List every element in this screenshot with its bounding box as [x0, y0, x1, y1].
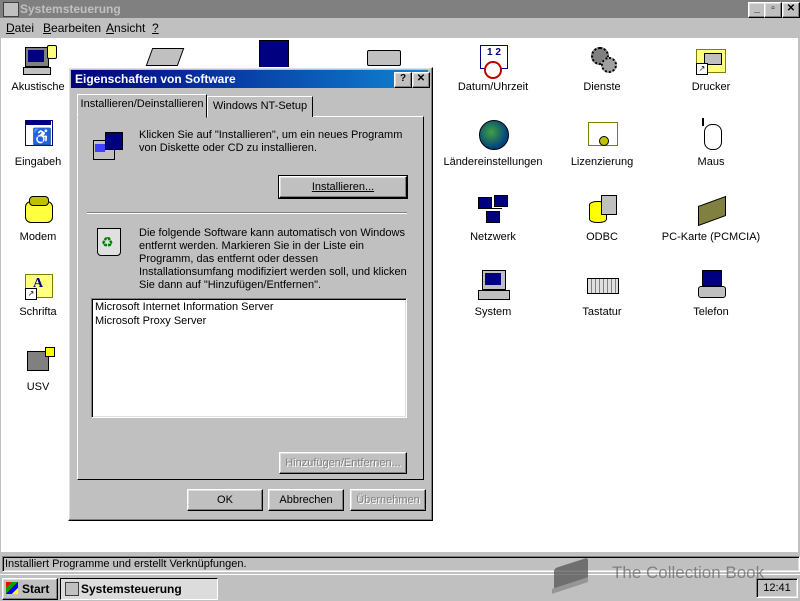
icon-label: Maus [697, 156, 725, 168]
icon-tastatur[interactable]: Tastatur [547, 268, 657, 318]
icon-label: Datum/Uhrzeit [457, 81, 529, 93]
icon-netzwerk[interactable]: Netzwerk [438, 193, 548, 243]
icon-dienste[interactable]: Dienste [547, 43, 657, 93]
icon-odbc[interactable]: ODBC [547, 193, 657, 243]
list-item[interactable]: Microsoft Proxy Server [95, 315, 206, 327]
start-button[interactable]: Start [2, 578, 58, 600]
install-button-label: Installieren... [311, 181, 375, 193]
display-icon[interactable] [259, 40, 289, 68]
ok-button[interactable]: OK [187, 489, 263, 511]
menu-help[interactable]: ? [152, 21, 159, 35]
keyboard-icon [585, 268, 619, 302]
certificate-icon [585, 118, 619, 152]
add-remove-button[interactable]: Hinzufügen/Entfernen... [279, 452, 407, 474]
menu-ansicht[interactable]: Ansicht [106, 21, 145, 35]
menu-bar: Datei Bearbeiten Ansicht ? [0, 18, 800, 38]
icon-label: Tastatur [582, 306, 622, 318]
speaker-computer-icon [21, 43, 57, 77]
telephone-modem-icon [21, 193, 55, 227]
database-icon [585, 193, 619, 227]
uninstall-instructions: Die folgende Software kann automatisch v… [139, 227, 407, 291]
icon-label: Dienste [583, 81, 621, 93]
tab-windows-nt-setup[interactable]: Windows NT-Setup [207, 96, 313, 117]
icon-lizenzierung[interactable]: Lizenzierung [547, 118, 657, 168]
windows-logo-icon [6, 582, 18, 594]
install-instructions: Klicken Sie auf "Installieren", um ein n… [139, 129, 403, 154]
menu-accel: D [6, 21, 15, 35]
icon-telefon[interactable]: Telefon [656, 268, 766, 318]
icon-label: Ländereinstellungen [443, 156, 543, 168]
printer-folder-icon: ↗ [694, 43, 728, 77]
software-properties-dialog: Eigenschaften von Software ? ✕ Installie… [68, 67, 433, 521]
control-panel-icon[interactable] [3, 2, 19, 17]
calendar-clock-icon: 1 2 [476, 43, 510, 79]
collection-book-watermark: The Collection Book [548, 553, 788, 598]
menu-bearbeiten[interactable]: Bearbeiten [43, 21, 101, 35]
dialog-title-bar[interactable]: Eigenschaften von Software ? ✕ [71, 70, 430, 88]
icon-label: PC-Karte (PCMCIA) [661, 231, 761, 243]
keyboard-device-icon[interactable] [367, 50, 401, 66]
section-divider [87, 212, 407, 214]
close-button[interactable]: ✕ [782, 2, 800, 18]
menu-accel: B [43, 21, 52, 35]
book-icon [548, 557, 594, 594]
menu-accel: ? [152, 21, 159, 35]
globe-icon [476, 118, 510, 152]
apply-button[interactable]: Übernehmen [350, 489, 426, 511]
icon-label: Netzwerk [470, 231, 516, 243]
accessibility-icon: ♿ [21, 118, 55, 152]
window-title: Systemsteuerung [20, 2, 121, 16]
cdrom-icon[interactable] [145, 48, 185, 66]
computer-icon [476, 268, 510, 302]
icon-label: ODBC [586, 231, 618, 243]
menu-label: earbeiten [51, 21, 102, 35]
icon-laendereinstellungen[interactable]: Ländereinstellungen [438, 118, 548, 168]
watermark-text: The Collection Book [612, 563, 765, 582]
installed-programs-list[interactable]: Microsoft Internet Information Server Mi… [91, 298, 407, 418]
menu-label: atei [14, 21, 35, 35]
tab-installieren-deinstallieren[interactable]: Installieren/Deinstallieren [77, 94, 207, 118]
menu-datei[interactable]: Datei [6, 21, 34, 35]
icon-label: System [474, 306, 512, 318]
network-computers-icon [476, 193, 510, 227]
icon-label: Telefon [693, 306, 729, 318]
icon-system[interactable]: System [438, 268, 548, 318]
taskbar-item-systemsteuerung[interactable]: Systemsteuerung [60, 578, 218, 600]
icon-label: Drucker [691, 81, 731, 93]
dialog-title: Eigenschaften von Software [75, 72, 236, 86]
menu-accel: A [106, 21, 115, 35]
telephone-computer-icon [694, 268, 728, 302]
icon-drucker[interactable]: ↗ Drucker [656, 43, 766, 93]
fonts-folder-icon: A ↗ [21, 268, 55, 302]
cancel-button[interactable]: Abbrechen [268, 489, 344, 511]
window-title-bar[interactable]: Systemsteuerung _ ▫ ✕ [0, 0, 800, 18]
help-button[interactable]: ? [394, 72, 412, 88]
start-label: Start [22, 582, 50, 596]
icon-maus[interactable]: Maus [656, 118, 766, 168]
icon-pc-karte[interactable]: PC-Karte (PCMCIA) [656, 193, 766, 243]
list-item[interactable]: Microsoft Internet Information Server [95, 301, 274, 313]
gears-icon [585, 43, 619, 77]
install-disk-icon [91, 130, 125, 164]
dialog-close-button[interactable]: ✕ [412, 72, 430, 88]
ups-power-icon [21, 343, 55, 377]
icon-label: Lizenzierung [570, 156, 634, 168]
control-panel-icon [65, 582, 79, 596]
maximize-button[interactable]: ▫ [764, 2, 782, 18]
install-button[interactable]: Installieren... [278, 175, 408, 199]
taskbar-item-label: Systemsteuerung [81, 582, 182, 596]
icon-datum-uhrzeit[interactable]: 1 2 Datum/Uhrzeit [438, 43, 548, 93]
recycle-bin-icon: ♻ [91, 224, 125, 258]
menu-label: nsicht [114, 21, 146, 35]
mouse-icon [694, 118, 728, 152]
pcmcia-card-icon [694, 193, 728, 227]
